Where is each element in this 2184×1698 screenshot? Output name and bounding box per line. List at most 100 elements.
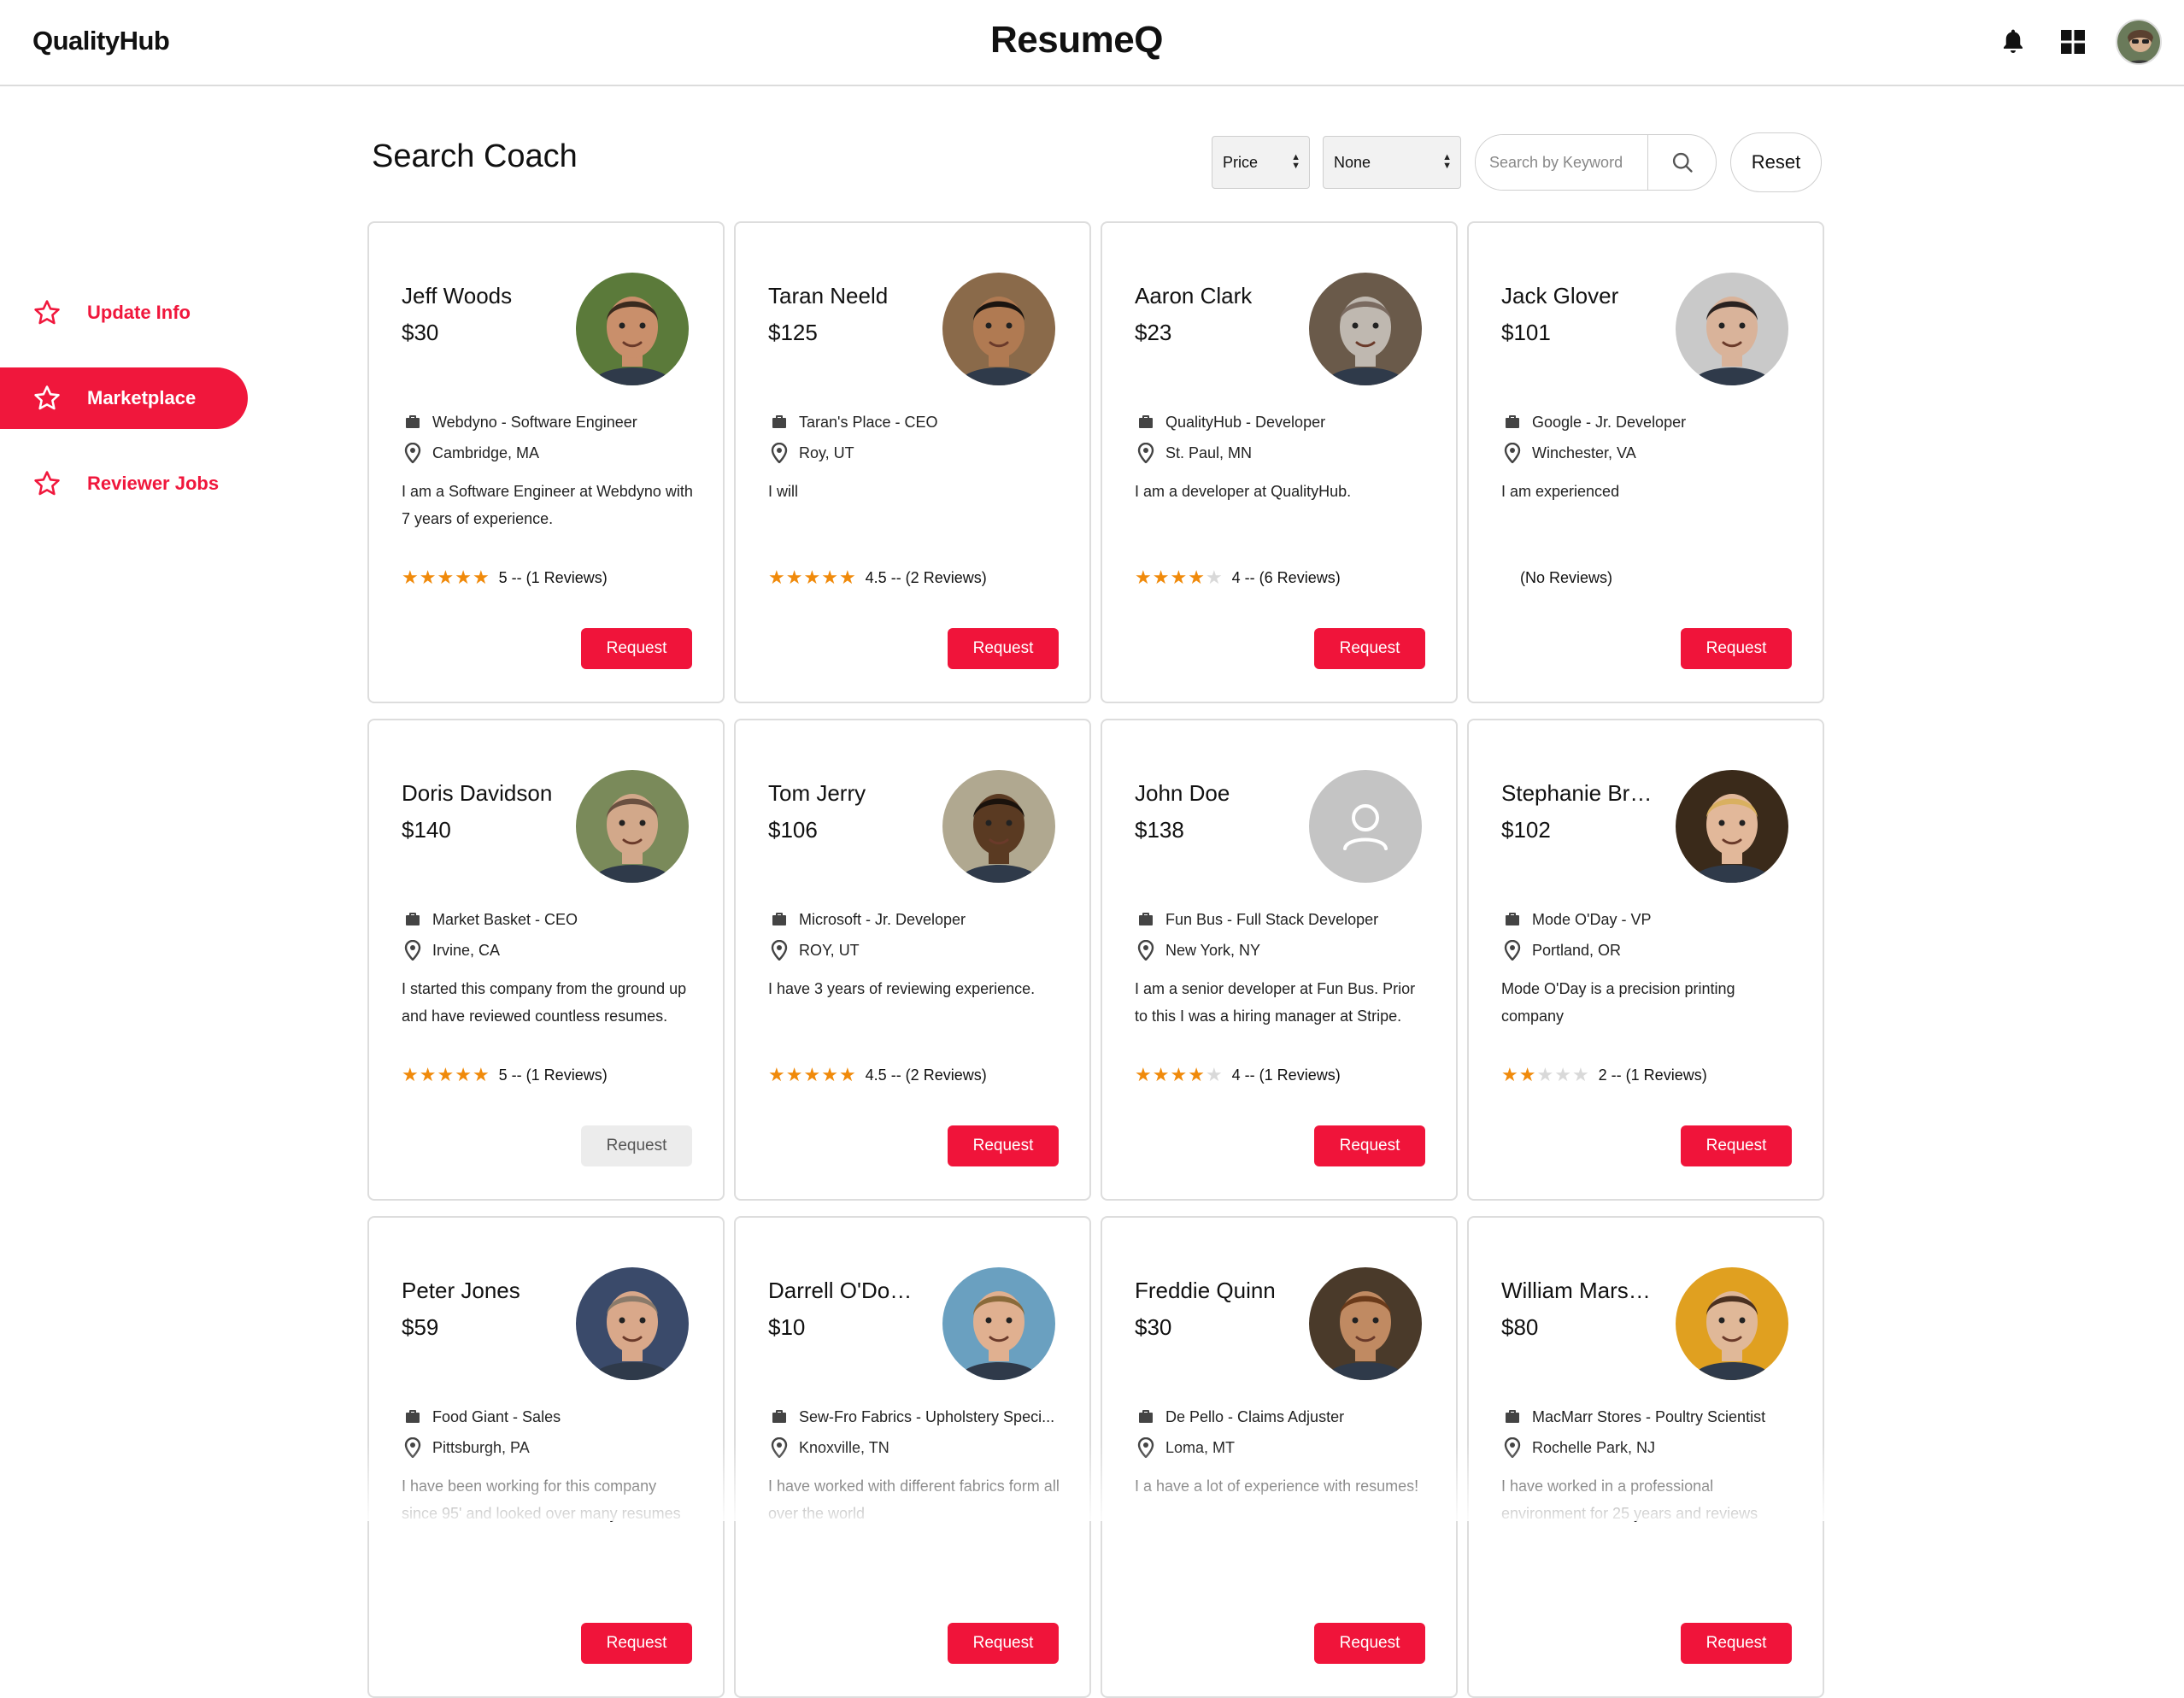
request-button[interactable]: Request (1314, 1125, 1425, 1166)
rating-star-icon: ★ (437, 1064, 455, 1085)
request-button[interactable]: Request (1681, 1623, 1792, 1664)
coach-name: Jeff Woods (402, 283, 513, 308)
coach-card[interactable]: John Doe $138 Fun Bus - Full Stack Devel… (1101, 719, 1458, 1201)
request-button[interactable]: Request (581, 1125, 692, 1166)
coach-card[interactable]: Jack Glover $101 Google - Jr. Developer … (1467, 221, 1824, 703)
coach-name: Tom Jerry (768, 780, 866, 806)
coach-bio: I will (768, 483, 798, 500)
rating-star-icon: ★ (472, 1064, 490, 1085)
rating-star-icon: ★ (1205, 1064, 1223, 1085)
coach-company: Fun Bus - Full Stack Developer (1135, 908, 1378, 931)
coach-location-text: Cambridge, MA (432, 444, 540, 461)
coach-name: John Doe (1135, 780, 1230, 806)
sidebar-item-label: Reviewer Jobs (87, 473, 220, 494)
rating-star-icon: ★ (1170, 1064, 1188, 1085)
rating-star-icon: ★ (1135, 1064, 1152, 1085)
coach-company-text: Microsoft - Jr. Developer (799, 910, 966, 928)
app-title: ResumeQ (990, 19, 1163, 61)
coach-avatar (1676, 273, 1788, 385)
sidebar-item-reviewer-jobs[interactable]: Reviewer Jobs (0, 453, 256, 514)
rating-star-icon: ★ (1554, 1064, 1571, 1085)
rating-stars: ★ ★ ★ ★ ★ (1501, 1066, 1590, 1084)
coach-price: $101 (1501, 320, 1551, 345)
coach-bio: I have been working for this company sin… (402, 1478, 681, 1522)
request-button[interactable]: Request (1314, 1623, 1425, 1664)
reset-button[interactable]: Reset (1730, 132, 1822, 192)
search-input[interactable] (1476, 135, 1648, 190)
coach-price: $125 (768, 320, 818, 345)
request-button[interactable]: Request (581, 1623, 692, 1664)
coach-company: Taran's Place - CEO (768, 411, 938, 433)
coach-location: Rochelle Park, NJ (1501, 1437, 1655, 1459)
coach-bio: I have worked in a professional environm… (1501, 1478, 1758, 1522)
coach-card[interactable]: Taran Neeld $125 Taran's Place - CEO Roy… (734, 221, 1091, 703)
request-button[interactable]: Request (948, 628, 1059, 669)
coach-card[interactable]: Doris Davidson $140 Market Basket - CEO … (367, 719, 725, 1201)
coach-company: De Pello - Claims Adjuster (1135, 1406, 1344, 1428)
bell-icon[interactable] (1996, 25, 2030, 59)
sidebar-item-marketplace[interactable]: Marketplace (0, 367, 248, 429)
search-box (1475, 134, 1717, 191)
coach-rating: ★ ★ ★ ★ ★ 4.5 -- (2 Reviews) (768, 565, 987, 590)
search-button[interactable] (1648, 135, 1716, 190)
coach-company-text: Sew-Fro Fabrics - Upholstery Speci... (799, 1407, 1055, 1425)
coach-card[interactable]: Tom Jerry $106 Microsoft - Jr. Developer… (734, 719, 1091, 1201)
search-controls: Price ▲▼ None ▲▼ Reset (1212, 132, 1822, 192)
rating-star-icon: ★ (1518, 1064, 1536, 1085)
coach-avatar (942, 273, 1055, 385)
coach-card[interactable]: Darrell O'Donnell $10 Sew-Fro Fabrics - … (734, 1216, 1091, 1698)
rating-star-icon: ★ (821, 1064, 838, 1085)
coach-location-text: Pittsburgh, PA (432, 1438, 530, 1456)
coach-avatar (576, 770, 689, 883)
coach-company-text: Google - Jr. Developer (1532, 413, 1687, 431)
coach-card[interactable]: Aaron Clark $23 QualityHub - Developer S… (1101, 221, 1458, 703)
sort-select[interactable]: Price ▲ ▼ (1212, 136, 1310, 189)
location-pin-icon (402, 442, 424, 464)
coach-avatar (942, 770, 1055, 883)
request-button[interactable]: Request (1314, 628, 1425, 669)
request-button[interactable]: Request (1681, 628, 1792, 669)
rating-star-icon: ★ (437, 567, 455, 588)
coach-location-text: Portland, OR (1532, 941, 1622, 959)
coach-company-text: QualityHub - Developer (1165, 413, 1326, 431)
rating-star-icon: ★ (785, 1064, 803, 1085)
coach-location: New York, NY (1135, 939, 1260, 961)
rating-text: 5 -- (1 Reviews) (498, 568, 608, 586)
coach-location-text: New York, NY (1165, 941, 1261, 959)
coach-bio: I am experienced (1501, 483, 1620, 500)
coach-avatar (576, 1267, 689, 1380)
coach-location: St. Paul, MN (1135, 442, 1252, 464)
coach-card[interactable]: Peter Jones $59 Food Giant - Sales Pitts… (367, 1216, 725, 1698)
user-avatar[interactable] (2116, 19, 2162, 65)
coach-card[interactable]: Freddie Quinn $30 De Pello - Claims Adju… (1101, 1216, 1458, 1698)
coach-name: Aaron Clark (1135, 283, 1253, 308)
coach-price: $138 (1135, 817, 1184, 843)
grid-icon[interactable] (2056, 25, 2090, 59)
coach-price: $59 (402, 1314, 439, 1340)
coach-price: $80 (1501, 1314, 1539, 1340)
coach-avatar (942, 1267, 1055, 1380)
coach-company: Webdyno - Software Engineer (402, 411, 637, 433)
coach-card[interactable]: Jeff Woods $30 Webdyno - Software Engine… (367, 221, 725, 703)
coach-card[interactable]: William Marshall $80 MacMarr Stores - Po… (1467, 1216, 1824, 1698)
rating-star-icon: ★ (838, 1064, 856, 1085)
sidebar-item-update-info[interactable]: Update Info (0, 282, 256, 344)
request-button[interactable]: Request (948, 1125, 1059, 1166)
rating-star-icon: ★ (455, 567, 472, 588)
coach-company: QualityHub - Developer (1135, 411, 1325, 433)
rating-star-icon: ★ (402, 567, 419, 588)
order-select[interactable]: None ▲ ▼ (1323, 136, 1461, 189)
request-button[interactable]: Request (1681, 1125, 1792, 1166)
rating-stars: ★ ★ ★ ★ ★ (1135, 568, 1224, 587)
coach-company-text: Taran's Place - CEO (799, 413, 938, 431)
coach-location: Cambridge, MA (402, 442, 539, 464)
coach-location: Irvine, CA (402, 939, 500, 961)
request-button[interactable]: Request (948, 1623, 1059, 1664)
coach-rating (1135, 1560, 1143, 1585)
location-pin-icon (768, 442, 790, 464)
request-button[interactable]: Request (581, 628, 692, 669)
coach-bio: I have 3 years of reviewing experience. (768, 980, 1036, 997)
coach-bio: I am a Software Engineer at Webdyno with… (402, 483, 693, 527)
coach-card[interactable]: Stephanie Bro... $102 Mode O'Day - VP Po… (1467, 719, 1824, 1201)
sort-select-value: Price (1223, 153, 1259, 171)
